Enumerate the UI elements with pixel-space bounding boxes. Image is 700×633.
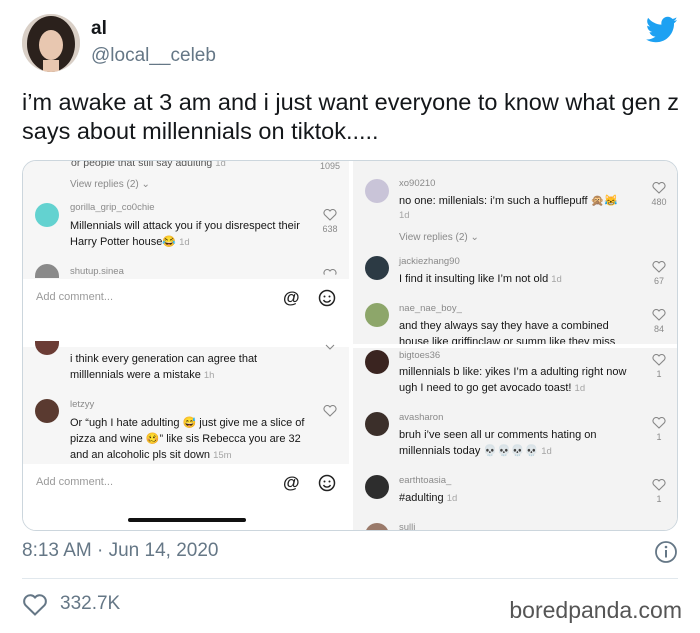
user-handle[interactable]: @local__celeb: [91, 45, 216, 67]
tweet-text: i’m awake at 3 am and i just want everyo…: [22, 89, 680, 144]
comment-text: bruh i’ve seen all ur comments hating on…: [399, 429, 597, 457]
cut-comment-text: or people that still say adulting 1d: [71, 160, 226, 169]
comment-username[interactable]: avasharon: [399, 412, 443, 423]
comment-text: Or “ugh I hate adulting 😅 just give me a…: [70, 417, 305, 461]
add-comment-bar[interactable]: Add comment... @: [23, 464, 349, 530]
like-count: 1: [656, 369, 662, 379]
twitter-bird-icon[interactable]: [646, 16, 678, 44]
comment-username[interactable]: jackiezhang90: [399, 256, 460, 267]
comment-text: I find it insulting like I’m not old 1d: [399, 273, 562, 285]
comment-text: #adulting 1d: [399, 492, 458, 504]
heart-icon[interactable]: [652, 354, 666, 366]
tweet-timestamp[interactable]: 8:13 AM · Jun 14, 2020: [22, 540, 218, 562]
heart-icon[interactable]: [323, 405, 337, 417]
emoji-icon[interactable]: [318, 289, 336, 307]
tweet-media[interactable]: or people that still say adulting 1d 109…: [22, 160, 678, 531]
view-replies-link[interactable]: View replies (2) ⌄: [399, 232, 479, 243]
comment-text: Millennials will attack you if you disre…: [70, 220, 300, 248]
comment-time: 1d: [399, 210, 410, 221]
screenshot-seam: [353, 344, 677, 348]
comment-text: i think every generation can agree that …: [70, 353, 258, 381]
commenter-avatar[interactable]: [35, 399, 59, 423]
add-comment-input[interactable]: Add comment...: [36, 476, 113, 488]
comment-username[interactable]: earthtoasia_: [399, 475, 451, 486]
commenter-avatar[interactable]: [365, 350, 389, 374]
watermark: boredpanda.com: [509, 597, 682, 623]
like-count: 638: [322, 224, 338, 234]
commenter-avatar[interactable]: [365, 523, 389, 530]
home-indicator: [128, 518, 246, 522]
divider: [22, 578, 678, 579]
at-mention-icon[interactable]: @: [283, 473, 300, 493]
view-replies-link[interactable]: View replies (2) ⌄: [70, 179, 150, 190]
comment-username[interactable]: xo90210: [399, 178, 435, 189]
like-count: 1: [656, 432, 662, 442]
heart-icon[interactable]: [652, 479, 666, 491]
spacer: [23, 317, 349, 347]
add-comment-bar[interactable]: Add comment... @: [23, 279, 349, 339]
profile-avatar[interactable]: [22, 14, 80, 72]
chevron-down-icon: [325, 344, 335, 350]
like-count: 1: [656, 494, 662, 504]
heart-icon[interactable]: [652, 182, 666, 194]
commenter-avatar[interactable]: [365, 256, 389, 280]
commenter-avatar[interactable]: [365, 303, 389, 327]
commenter-avatar[interactable]: [365, 475, 389, 499]
comment-username[interactable]: nae_nae_boy_: [399, 303, 462, 314]
heart-icon[interactable]: [652, 417, 666, 429]
comment-username[interactable]: shutup.sinea: [70, 266, 124, 277]
emoji-icon[interactable]: [318, 474, 336, 492]
heart-icon[interactable]: [652, 309, 666, 321]
heart-icon[interactable]: [323, 269, 337, 277]
heart-icon[interactable]: [323, 209, 337, 221]
comment-username[interactable]: gorilla_grip_co0chie: [70, 202, 155, 213]
add-comment-input[interactable]: Add comment...: [36, 291, 113, 303]
commenter-avatar[interactable]: [35, 341, 59, 355]
comment-username[interactable]: letzyy: [70, 399, 94, 410]
comment-text: no one: millenials: i’m such a hufflepuf…: [399, 195, 618, 207]
heart-icon[interactable]: [652, 261, 666, 273]
commenter-avatar[interactable]: [365, 412, 389, 436]
like-count: 1095: [319, 161, 341, 171]
tiktok-screenshot-right: xo90210 no one: millenials: i’m such a h…: [353, 161, 677, 530]
heart-icon[interactable]: [22, 593, 48, 617]
commenter-avatar[interactable]: [365, 179, 389, 203]
like-count: 84: [653, 324, 664, 334]
like-count: 480: [651, 197, 667, 207]
comment-text: millennials b like: yikes I’m a adulting…: [399, 366, 627, 394]
commenter-avatar[interactable]: [35, 264, 59, 278]
tiktok-screenshot-left: or people that still say adulting 1d 109…: [23, 160, 349, 530]
info-icon[interactable]: [654, 540, 678, 564]
comment-username[interactable]: sulli: [399, 522, 415, 530]
at-mention-icon[interactable]: @: [283, 288, 300, 308]
display-name[interactable]: al: [91, 18, 107, 40]
like-count[interactable]: 332.7K: [60, 593, 120, 615]
comment-username[interactable]: bigtoes36: [399, 350, 440, 361]
comment-text: and they always say they have a combined…: [399, 320, 616, 344]
commenter-avatar[interactable]: [35, 203, 59, 227]
like-count: 67: [653, 276, 664, 286]
